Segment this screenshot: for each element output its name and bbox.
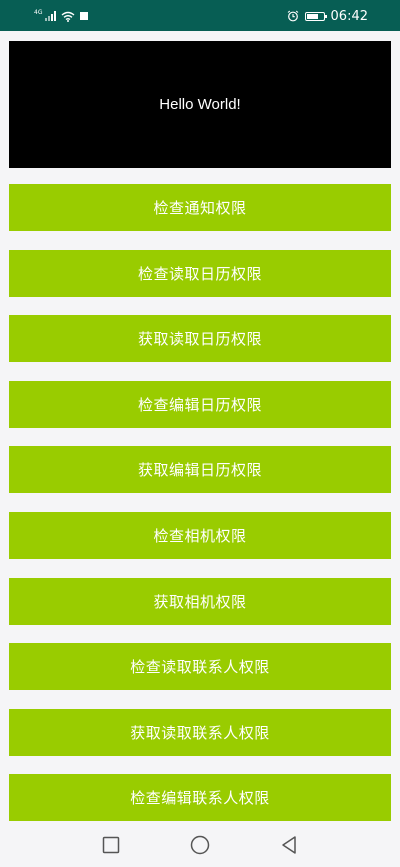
back-button[interactable]: [278, 834, 300, 856]
home-button[interactable]: [189, 834, 211, 856]
hello-world-text: Hello World!: [159, 96, 241, 113]
check-camera-permission-button[interactable]: 检查相机权限: [9, 511, 391, 559]
notification-icon: [80, 12, 89, 20]
back-icon: [282, 836, 296, 854]
network-type-label: 4G: [34, 8, 43, 16]
check-read-calendar-permission-button[interactable]: 检查读取日历权限: [9, 249, 391, 297]
navigation-bar: [0, 822, 400, 867]
permission-button-list: 检查通知权限 检查读取日历权限 获取读取日历权限 检查编辑日历权限 获取编辑日历…: [9, 184, 391, 840]
home-icon: [190, 835, 210, 855]
request-camera-permission-button[interactable]: 获取相机权限: [9, 577, 391, 625]
status-bar: 4G 06:42: [0, 0, 400, 31]
recents-icon: [102, 836, 120, 854]
request-read-calendar-permission-button[interactable]: 获取读取日历权限: [9, 315, 391, 363]
wifi-icon: [62, 11, 75, 22]
recents-button[interactable]: [100, 834, 122, 856]
check-notification-permission-button[interactable]: 检查通知权限: [9, 184, 391, 231]
request-write-calendar-permission-button[interactable]: 获取编辑日历权限: [9, 446, 391, 494]
alarm-icon: [287, 10, 298, 22]
request-read-contacts-permission-button[interactable]: 获取读取联系人权限: [9, 708, 391, 756]
signal-icon: [45, 11, 57, 21]
status-left: 4G: [34, 6, 89, 26]
check-write-contacts-permission-button[interactable]: 检查编辑联系人权限: [9, 774, 391, 822]
status-time: 06:42: [330, 8, 368, 24]
status-right: 06:42: [287, 6, 368, 26]
check-write-calendar-permission-button[interactable]: 检查编辑日历权限: [9, 380, 391, 428]
check-read-contacts-permission-button[interactable]: 检查读取联系人权限: [9, 643, 391, 691]
battery-icon: [304, 11, 327, 21]
hello-world-view: Hello World!: [9, 41, 391, 168]
